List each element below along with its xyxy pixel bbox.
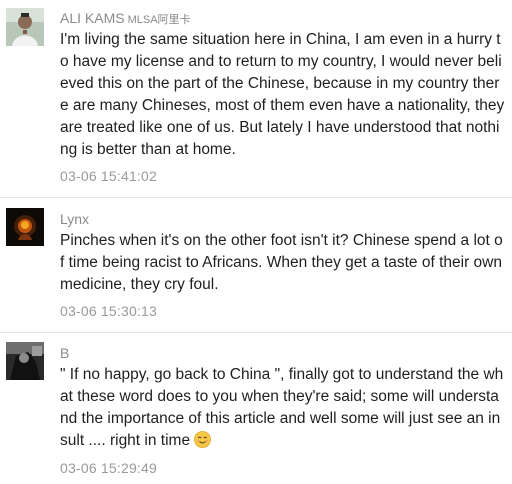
comment-item: Lynx Pinches when it's on the other foot… <box>0 198 512 333</box>
author-line: B <box>60 344 69 362</box>
avatar[interactable] <box>6 342 44 380</box>
glowing-figure-avatar-icon <box>6 208 44 246</box>
author-name[interactable]: ALI KAMS <box>60 10 125 26</box>
comment-text: " If no happy, go back to China ", final… <box>60 364 506 455</box>
comment-item: B " If no happy, go back to China ", fin… <box>0 333 512 484</box>
comment-text: I'm living the same situation here in Ch… <box>60 31 505 158</box>
comment-item: ALI KAMS MLSA阿里卡 I'm living the same situ… <box>0 0 512 198</box>
person-photo-avatar-icon <box>6 8 44 46</box>
comment-timestamp: 03-06 15:41:02 <box>60 168 157 184</box>
dark-photo-avatar-icon <box>6 342 44 380</box>
author-line: ALI KAMS MLSA阿里卡 <box>60 9 191 29</box>
author-suffix: MLSA阿里卡 <box>127 14 191 26</box>
comment-timestamp: 03-06 15:29:49 <box>60 460 157 476</box>
author-name[interactable]: B <box>60 345 69 361</box>
comment-text: Pinches when it's on the other foot isn'… <box>60 232 503 293</box>
avatar[interactable] <box>6 8 44 46</box>
author-name[interactable]: Lynx <box>60 211 89 227</box>
comment-text-body: " If no happy, go back to China ", final… <box>60 366 504 449</box>
smiling-face-emoji-icon <box>194 431 211 455</box>
comment-timestamp: 03-06 15:30:13 <box>60 303 157 319</box>
author-line: Lynx <box>60 210 89 228</box>
avatar[interactable] <box>6 208 44 246</box>
